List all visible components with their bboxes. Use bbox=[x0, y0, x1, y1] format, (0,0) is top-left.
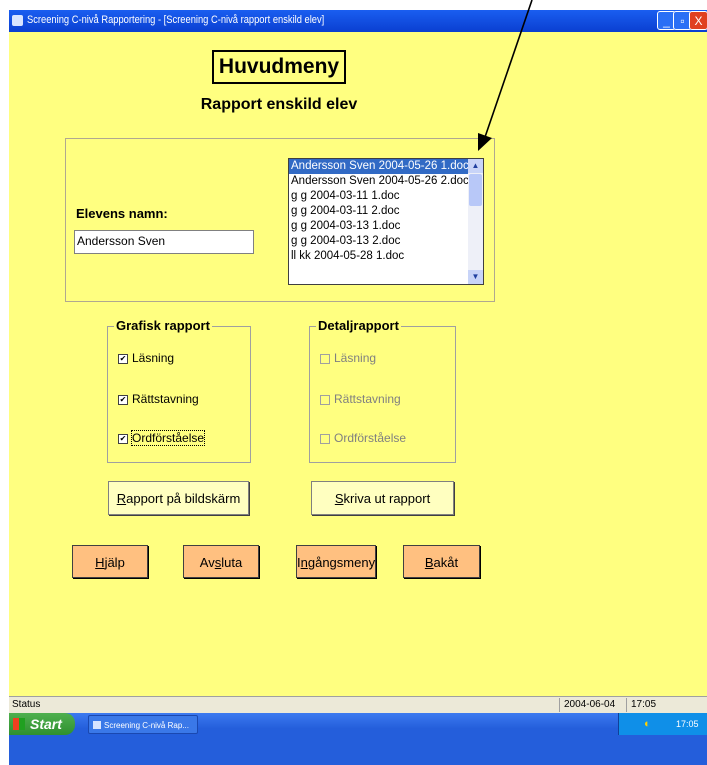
annotation-arrow-icon bbox=[478, 0, 533, 151]
